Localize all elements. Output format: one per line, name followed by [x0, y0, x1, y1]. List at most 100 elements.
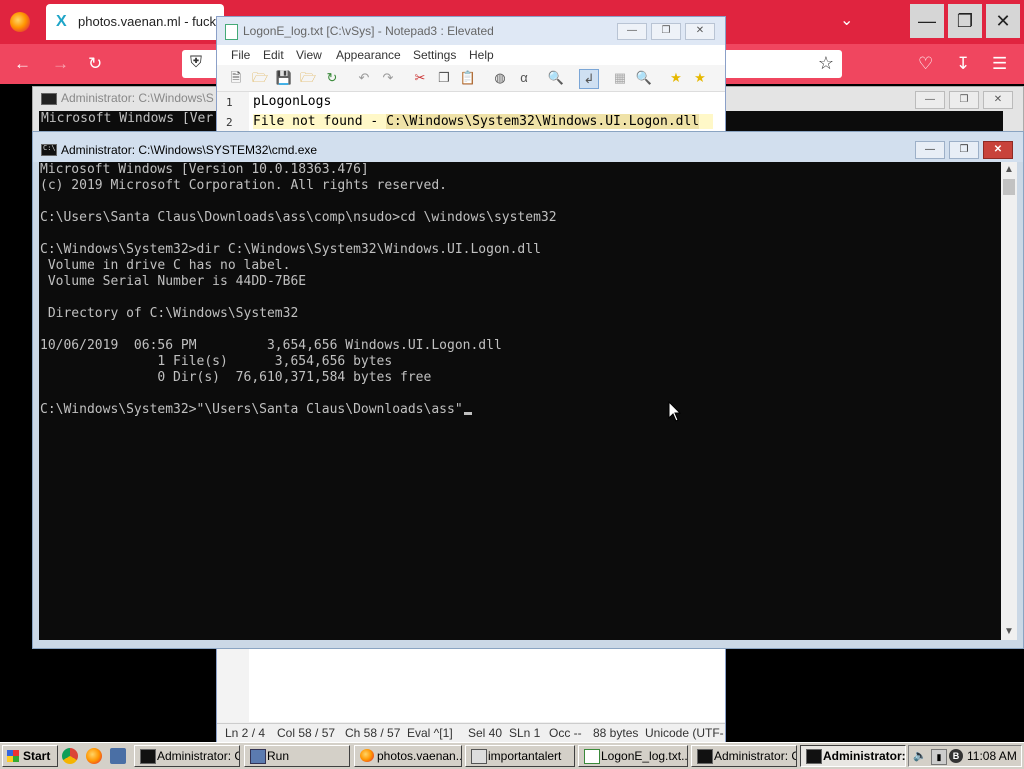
copy-icon[interactable]: ❐	[435, 69, 453, 87]
notepad-close-button[interactable]: ✕	[685, 23, 715, 40]
task-cmd-active[interactable]: Administrator:...	[800, 745, 906, 767]
reload-icon[interactable]: ↻	[88, 54, 102, 74]
task-label: Run	[267, 749, 290, 763]
system-tray: 🔈 ▮ B 11:08 AM	[908, 745, 1022, 767]
favorites-star-icon[interactable]: ★	[667, 69, 685, 87]
network-icon[interactable]: ▮	[931, 749, 947, 765]
pocket-icon[interactable]: ♡	[918, 54, 933, 74]
cmd-bg-restore-button[interactable]: ❐	[949, 91, 979, 109]
editor-line: File not found - C:\Windows\System32\Win…	[253, 114, 713, 129]
scrollbar-thumb[interactable]	[1003, 179, 1015, 195]
chrome-icon[interactable]	[62, 748, 78, 764]
line-number: 1	[226, 96, 233, 109]
console-prompt-line[interactable]: C:\Windows\System32>"\Users\Santa Claus\…	[40, 402, 472, 418]
word-wrap-icon[interactable]: ↲	[579, 69, 599, 89]
editor-line-text: File not found -	[253, 114, 387, 129]
menu-appearance[interactable]: Appearance	[336, 48, 401, 62]
console-line: 1 File(s) 3,654,656 bytes	[40, 354, 393, 369]
browse-icon[interactable]: ↻	[323, 69, 341, 87]
task-label: Administrator:...	[823, 749, 906, 763]
browser-close-button[interactable]: ✕	[986, 4, 1020, 38]
console-line: Volume Serial Number is 44DD-7B6E	[40, 274, 307, 289]
browser-restore-button[interactable]: ❐	[948, 4, 982, 38]
zoom-in-icon[interactable]: 🔍	[635, 69, 653, 87]
desktop-icon[interactable]	[110, 748, 126, 764]
clock[interactable]: 11:08 AM	[967, 749, 1017, 763]
cmd-bg-close-button[interactable]: ✕	[983, 91, 1013, 109]
add-favorite-star-icon[interactable]: ★	[691, 69, 709, 87]
browser-tab-title: photos.vaenan.ml - fucky	[78, 14, 223, 29]
menu-help[interactable]: Help	[469, 48, 494, 62]
text-cursor	[463, 412, 472, 415]
find-icon[interactable]: ◍	[491, 69, 509, 87]
cmd-maximize-button[interactable]: ❐	[949, 141, 979, 159]
redo-icon[interactable]: ↷	[379, 69, 397, 87]
replace-icon[interactable]: α	[515, 69, 533, 87]
browser-minimize-button[interactable]: —	[910, 4, 944, 38]
notepad-minimize-button[interactable]: —	[617, 23, 647, 40]
cmd-icon	[140, 749, 156, 764]
cmd-bg-minimize-button[interactable]: —	[915, 91, 945, 109]
back-arrow-icon[interactable]: ←	[14, 54, 31, 74]
task-cmd-1[interactable]: Administrator: C...	[134, 745, 240, 767]
cmd-scrollbar[interactable]: ▲ ▼	[1001, 162, 1017, 640]
cmd-app-icon: C:\	[41, 144, 57, 156]
undo-icon[interactable]: ↶	[355, 69, 373, 87]
menu-view[interactable]: View	[296, 48, 322, 62]
cmd-window[interactable]: C:\ Administrator: C:\Windows\SYSTEM32\c…	[32, 131, 1024, 649]
open-folder-icon[interactable]: 🗁	[251, 69, 269, 87]
scroll-down-arrow-icon[interactable]: ▼	[1001, 624, 1017, 640]
windows-logo-icon	[7, 750, 19, 762]
alert-window-icon	[471, 749, 487, 764]
cmd-app-icon	[41, 93, 57, 105]
notepad-title: LogonE_log.txt [C:\vSys] - Notepad3 : El…	[243, 24, 494, 38]
scroll-up-arrow-icon[interactable]: ▲	[1001, 162, 1017, 178]
save-icon[interactable]: 💾	[275, 69, 293, 87]
tracking-shield-icon[interactable]: ⛨	[190, 54, 202, 72]
status-selected-lines: SLn 1	[509, 726, 541, 740]
console-line: Volume in drive C has no label.	[40, 258, 291, 273]
notepad-restore-button[interactable]: ❐	[651, 23, 681, 40]
task-run[interactable]: Run	[244, 745, 350, 767]
browser-tab[interactable]: X photos.vaenan.ml - fucky	[46, 4, 224, 40]
volume-icon[interactable]: 🔈	[913, 749, 927, 763]
line-number: 2	[226, 116, 233, 129]
notepad-titlebar[interactable]: LogonE_log.txt [C:\vSys] - Notepad3 : El…	[217, 17, 725, 45]
status-file-size: 88 bytes	[593, 726, 639, 740]
cmd-close-button[interactable]: ✕	[983, 141, 1013, 159]
site-favicon-icon: X	[56, 13, 67, 30]
forward-arrow-icon[interactable]: →	[52, 54, 69, 74]
task-importantalert[interactable]: importantalert	[465, 745, 575, 767]
start-label: Start	[23, 749, 51, 763]
list-tabs-chevron-icon[interactable]: ⌄	[840, 10, 853, 30]
menu-file[interactable]: File	[231, 48, 250, 62]
start-button[interactable]: Start	[2, 745, 58, 767]
taskbar: Start Administrator: C... Run photos.vae…	[0, 742, 1024, 769]
paste-icon[interactable]: 📋	[459, 69, 477, 87]
cmd-title: Administrator: C:\Windows\SYSTEM32\cmd.e…	[61, 143, 318, 157]
zoom-icon[interactable]: ▦	[611, 69, 629, 87]
task-notepad[interactable]: LogonE_log.txt...	[578, 745, 688, 767]
cut-icon[interactable]: ✂	[411, 69, 429, 87]
firefox-logo-icon[interactable]	[10, 12, 30, 32]
task-firefox[interactable]: photos.vaenan...	[354, 745, 462, 767]
app-tray-icon[interactable]: B	[949, 749, 963, 763]
cmd-titlebar[interactable]: C:\ Administrator: C:\Windows\SYSTEM32\c…	[33, 132, 1023, 162]
cmd-minimize-button[interactable]: —	[915, 141, 945, 159]
bookmark-star-icon[interactable]: ☆	[818, 53, 834, 74]
goto-icon[interactable]: 🔍	[547, 69, 565, 87]
cmd-icon	[697, 749, 713, 764]
menu-hamburger-icon[interactable]: ☰	[992, 54, 1007, 74]
editor-line: pLogonLogs	[253, 94, 332, 109]
menu-edit[interactable]: Edit	[263, 48, 284, 62]
download-icon[interactable]: ↧	[956, 54, 970, 74]
task-cmd-2[interactable]: Administrator: C...	[691, 745, 797, 767]
console-output[interactable]: Microsoft Windows [Version 10.0.18363.47…	[39, 162, 1001, 640]
save-as-icon[interactable]: 🗁	[299, 69, 317, 87]
console-line: 10/06/2019 06:56 PM 3,654,656 Windows.UI…	[40, 338, 502, 353]
menu-settings[interactable]: Settings	[413, 48, 456, 62]
cmd-icon	[806, 749, 822, 764]
new-file-icon[interactable]: 🗎	[227, 69, 245, 87]
firefox-icon[interactable]	[86, 748, 102, 764]
cmd-icon-label: C:\	[43, 144, 56, 152]
